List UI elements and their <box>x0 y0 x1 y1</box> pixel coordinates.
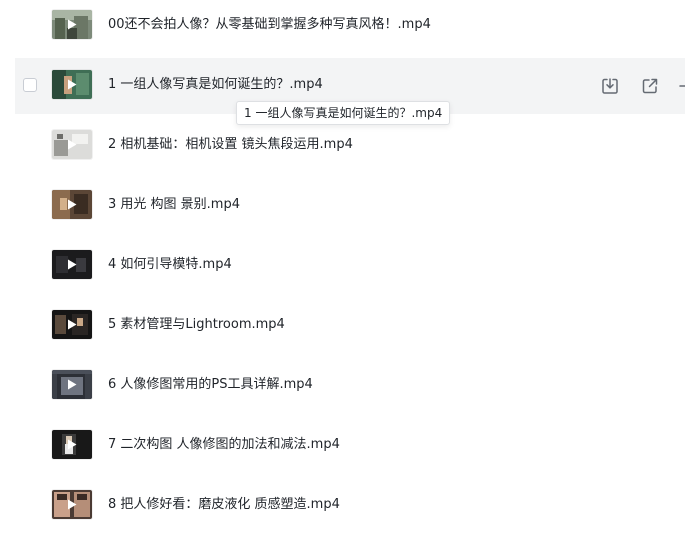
play-icon <box>52 190 92 219</box>
file-row[interactable]: 00还不会拍人像？从零基础到掌握多种写真风格！.mp4 <box>15 0 685 54</box>
video-thumbnail <box>52 310 92 339</box>
file-row[interactable]: 6 人像修图常用的PS工具详解.mp4 <box>15 358 685 414</box>
video-thumbnail <box>52 70 92 99</box>
play-icon <box>52 490 92 519</box>
download-icon[interactable] <box>599 75 621 97</box>
play-icon <box>52 250 92 279</box>
file-name: 7 二次构图 人像修图的加法和减法.mp4 <box>108 437 340 452</box>
play-icon <box>52 310 92 339</box>
play-icon <box>52 430 92 459</box>
file-name: 1 一组人像写真是如何诞生的？.mp4 <box>108 77 323 92</box>
share-icon[interactable] <box>639 75 661 97</box>
file-name: 4 如何引导模特.mp4 <box>108 257 232 272</box>
row-checkbox[interactable] <box>23 78 37 92</box>
play-icon <box>52 70 92 99</box>
video-thumbnail <box>52 10 92 39</box>
file-row[interactable]: 8 把人修好看：磨皮液化 质感塑造.mp4 <box>15 478 685 534</box>
video-thumbnail <box>52 370 92 399</box>
file-name: 5 素材管理与Lightroom.mp4 <box>108 317 285 332</box>
file-row[interactable]: 7 二次构图 人像修图的加法和减法.mp4 <box>15 418 685 474</box>
file-row[interactable]: 3 用光 构图 景别.mp4 <box>15 178 685 234</box>
video-thumbnail <box>52 430 92 459</box>
more-icon[interactable] <box>675 75 685 97</box>
file-name: 8 把人修好看：磨皮液化 质感塑造.mp4 <box>108 497 340 512</box>
file-row[interactable]: 4 如何引导模特.mp4 <box>15 238 685 294</box>
video-thumbnail <box>52 190 92 219</box>
play-icon <box>52 370 92 399</box>
play-icon <box>52 10 92 39</box>
file-name: 00还不会拍人像？从零基础到掌握多种写真风格！.mp4 <box>108 17 431 32</box>
file-name: 3 用光 构图 景别.mp4 <box>108 197 240 212</box>
play-icon <box>52 130 92 159</box>
file-list: 00还不会拍人像？从零基础到掌握多种写真风格！.mp4 1 一组人像写真是如何诞… <box>0 0 685 534</box>
file-name: 2 相机基础：相机设置 镜头焦段运用.mp4 <box>108 137 353 152</box>
file-name: 6 人像修图常用的PS工具详解.mp4 <box>108 377 313 392</box>
video-thumbnail <box>52 250 92 279</box>
file-row[interactable]: 2 相机基础：相机设置 镜头焦段运用.mp4 <box>15 118 685 174</box>
file-row[interactable]: 5 素材管理与Lightroom.mp4 <box>15 298 685 354</box>
filename-tooltip: 1 一组人像写真是如何诞生的？.mp4 <box>236 101 451 125</box>
video-thumbnail <box>52 130 92 159</box>
video-thumbnail <box>52 490 92 519</box>
